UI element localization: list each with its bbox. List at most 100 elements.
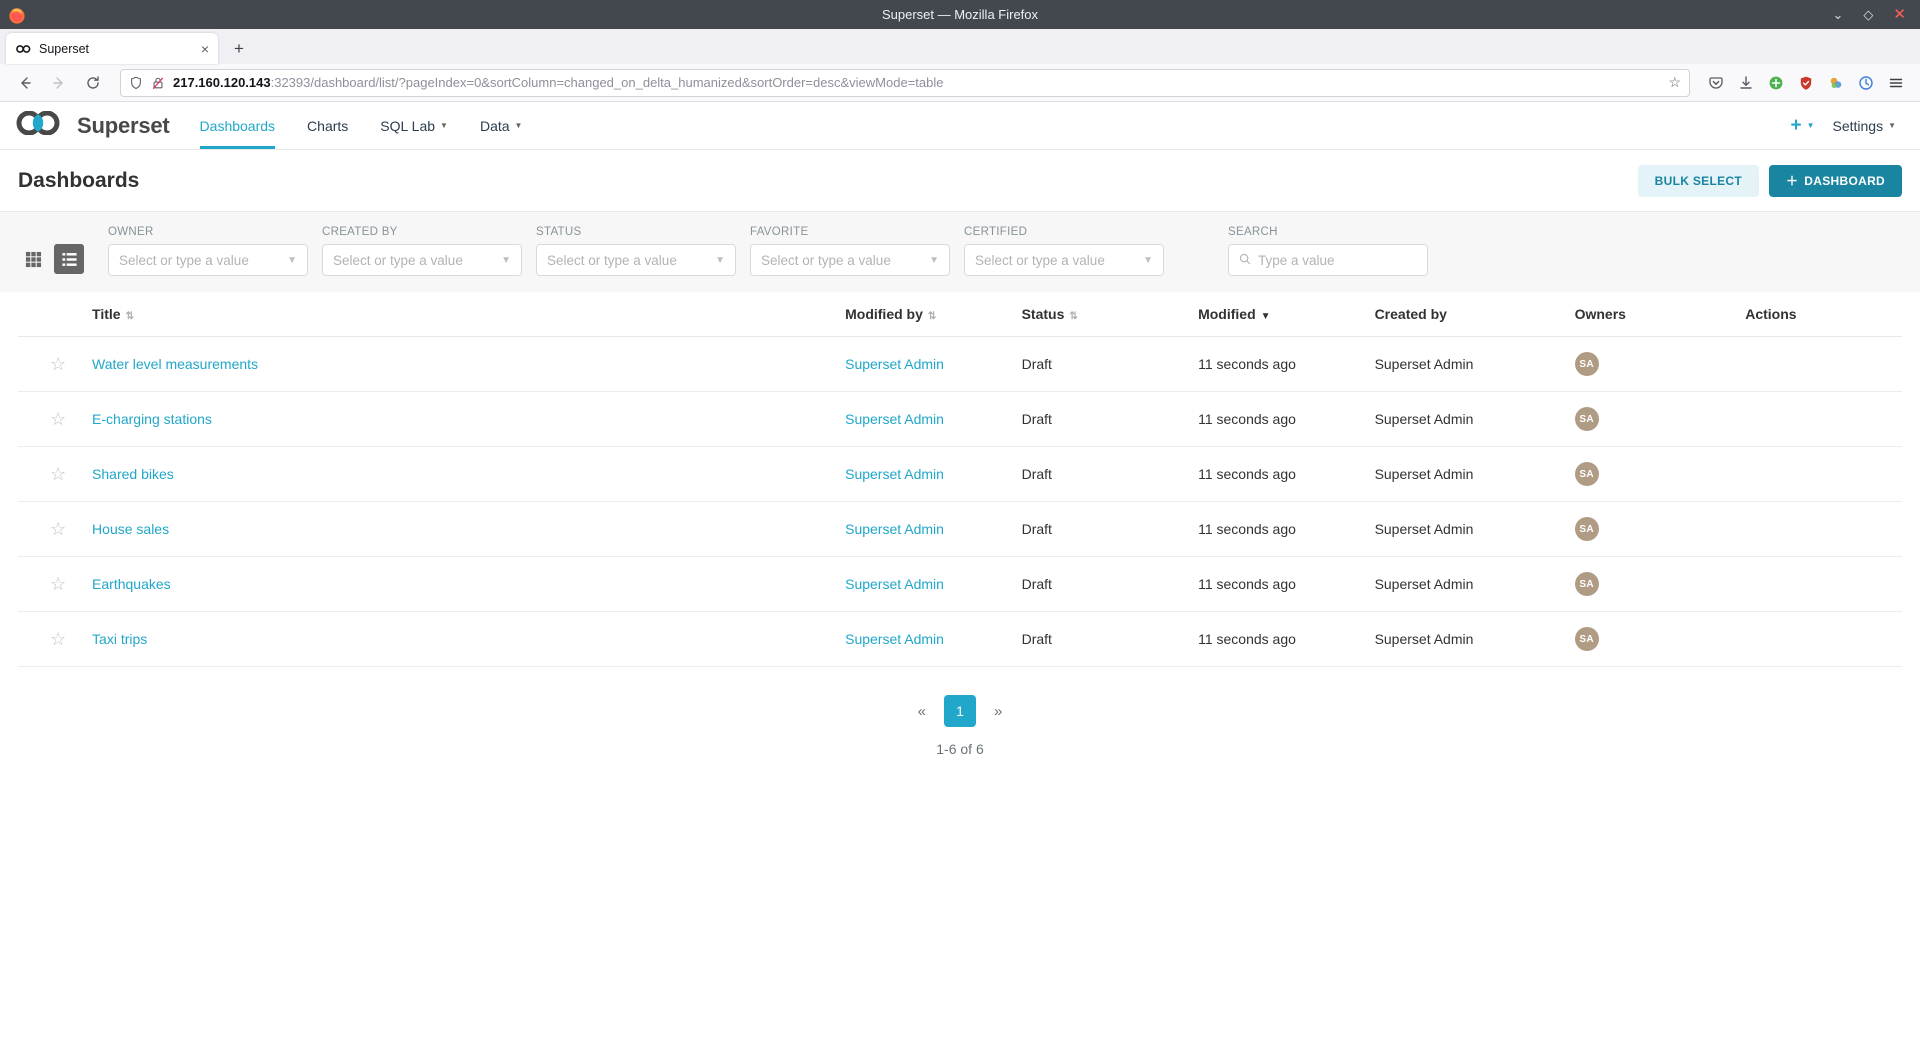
title-cell: House sales [84, 502, 837, 557]
column-header-actions: Actions [1737, 292, 1902, 337]
hamburger-menu-icon[interactable] [1882, 69, 1910, 97]
pagination-page-1[interactable]: 1 [944, 695, 976, 727]
dashboard-list-table-wrapper: Title⇅ Modified by⇅ Status⇅ Modified▼ Cr… [0, 292, 1920, 667]
ublock-shield-icon[interactable] [1792, 69, 1820, 97]
title-cell: Shared bikes [84, 447, 837, 502]
new-item-menu[interactable]: + ▼ [1790, 115, 1814, 137]
tab-close-icon[interactable]: × [201, 42, 209, 56]
colorzilla-icon[interactable] [1822, 69, 1850, 97]
filter-select-favorite[interactable]: Select or type a value ▼ [750, 244, 950, 276]
actions-cell[interactable] [1737, 612, 1902, 667]
modified-cell: 11 seconds ago [1190, 502, 1366, 557]
back-button[interactable] [10, 68, 40, 98]
sort-indicator-icon: ⇅ [126, 311, 134, 322]
superset-brand-text: Superset [77, 113, 170, 139]
dashboard-list-table: Title⇅ Modified by⇅ Status⇅ Modified▼ Cr… [18, 292, 1902, 667]
column-header-modified-by[interactable]: Modified by⇅ [837, 292, 1013, 337]
browser-titlebar: Superset — Mozilla Firefox ⌄ ◇ ✕ [0, 0, 1920, 29]
title-cell: Water level measurements [84, 337, 837, 392]
pagination-count-label: 1-6 of 6 [936, 741, 983, 757]
avatar[interactable]: SA [1575, 572, 1599, 596]
address-bar[interactable]: 217.160.120.143:32393/dashboard/list/?pa… [120, 69, 1690, 97]
actions-cell[interactable] [1737, 447, 1902, 502]
chevron-down-icon: ▼ [287, 255, 297, 266]
modified-cell: 11 seconds ago [1190, 392, 1366, 447]
column-header-status[interactable]: Status⇅ [1014, 292, 1190, 337]
modified-by-link[interactable]: Superset Admin [845, 411, 944, 427]
dashboard-title-link[interactable]: House sales [92, 521, 169, 537]
dashboard-title-link[interactable]: Shared bikes [92, 466, 174, 482]
bookmark-star-icon[interactable]: ☆ [1668, 74, 1681, 91]
maximize-button[interactable]: ◇ [1863, 8, 1873, 21]
modified-by-link[interactable]: Superset Admin [845, 466, 944, 482]
browser-tabstrip: Superset × + [0, 29, 1920, 64]
column-header-title[interactable]: Title⇅ [84, 292, 837, 337]
dashboard-title-link[interactable]: Earthquakes [92, 576, 171, 592]
avatar[interactable]: SA [1575, 462, 1599, 486]
new-tab-button[interactable]: + [224, 34, 254, 64]
nav-item-dashboards[interactable]: Dashboards [184, 102, 292, 149]
star-outline-icon[interactable]: ☆ [50, 519, 66, 539]
avatar[interactable]: SA [1575, 517, 1599, 541]
nav-item-data[interactable]: Data ▼ [464, 102, 539, 149]
close-window-button[interactable]: ✕ [1893, 7, 1906, 22]
dashboard-title-link[interactable]: Taxi trips [92, 631, 147, 647]
nav-item-sql-lab[interactable]: SQL Lab ▼ [364, 102, 464, 149]
avatar[interactable]: SA [1575, 352, 1599, 376]
sync-icon[interactable] [1852, 69, 1880, 97]
status-cell: Draft [1014, 447, 1190, 502]
search-placeholder: Type a value [1258, 253, 1417, 268]
new-dashboard-button[interactable]: ＋ DASHBOARD [1769, 165, 1902, 197]
filter-select-created-by[interactable]: Select or type a value ▼ [322, 244, 522, 276]
star-outline-icon[interactable]: ☆ [50, 409, 66, 429]
search-input[interactable]: Type a value [1228, 244, 1428, 276]
created-by-cell: Superset Admin [1367, 557, 1567, 612]
list-view-button[interactable] [54, 244, 84, 274]
star-outline-icon[interactable]: ☆ [50, 354, 66, 374]
table-row: ☆ E-charging stations Superset Admin Dra… [18, 392, 1902, 447]
status-cell: Draft [1014, 337, 1190, 392]
tracking-protection-shield-icon[interactable] [129, 76, 143, 90]
minimize-button[interactable]: ⌄ [1833, 8, 1844, 21]
reload-button[interactable] [78, 68, 108, 98]
actions-cell[interactable] [1737, 337, 1902, 392]
modified-by-link[interactable]: Superset Admin [845, 521, 944, 537]
star-outline-icon[interactable]: ☆ [50, 629, 66, 649]
avatar[interactable]: SA [1575, 627, 1599, 651]
star-outline-icon[interactable]: ☆ [50, 574, 66, 594]
actions-cell[interactable] [1737, 502, 1902, 557]
actions-cell[interactable] [1737, 557, 1902, 612]
pagination-next-button[interactable]: » [994, 703, 1002, 720]
avatar[interactable]: SA [1575, 407, 1599, 431]
forward-button[interactable] [44, 68, 74, 98]
owners-cell: SA [1567, 612, 1738, 667]
filter-select-certified[interactable]: Select or type a value ▼ [964, 244, 1164, 276]
modified-by-link[interactable]: Superset Admin [845, 576, 944, 592]
modified-by-link[interactable]: Superset Admin [845, 631, 944, 647]
broken-lock-icon[interactable] [151, 76, 165, 90]
column-label-created-by: Created by [1375, 306, 1447, 322]
column-header-modified[interactable]: Modified▼ [1190, 292, 1366, 337]
filter-select-status[interactable]: Select or type a value ▼ [536, 244, 736, 276]
dashboard-title-link[interactable]: E-charging stations [92, 411, 212, 427]
browser-tab-superset[interactable]: Superset × [6, 33, 218, 64]
modified-by-link[interactable]: Superset Admin [845, 356, 944, 372]
pagination-prev-button[interactable]: « [918, 703, 926, 720]
nav-item-charts[interactable]: Charts [291, 102, 364, 149]
column-label-status: Status [1022, 306, 1065, 322]
actions-cell[interactable] [1737, 392, 1902, 447]
browser-toolbar-icons [1702, 69, 1910, 97]
created-by-cell: Superset Admin [1367, 502, 1567, 557]
superset-logo[interactable]: Superset [14, 111, 170, 140]
dashboard-title-link[interactable]: Water level measurements [92, 356, 258, 372]
card-view-button[interactable] [18, 244, 48, 274]
modified-by-cell: Superset Admin [837, 557, 1013, 612]
extension-green-icon[interactable] [1762, 69, 1790, 97]
star-outline-icon[interactable]: ☆ [50, 464, 66, 484]
bulk-select-button[interactable]: BULK SELECT [1638, 165, 1759, 197]
filter-select-owner[interactable]: Select or type a value ▼ [108, 244, 308, 276]
downloads-icon[interactable] [1732, 69, 1760, 97]
settings-menu[interactable]: Settings ▼ [1832, 118, 1896, 134]
pocket-icon[interactable] [1702, 69, 1730, 97]
modified-by-cell: Superset Admin [837, 502, 1013, 557]
